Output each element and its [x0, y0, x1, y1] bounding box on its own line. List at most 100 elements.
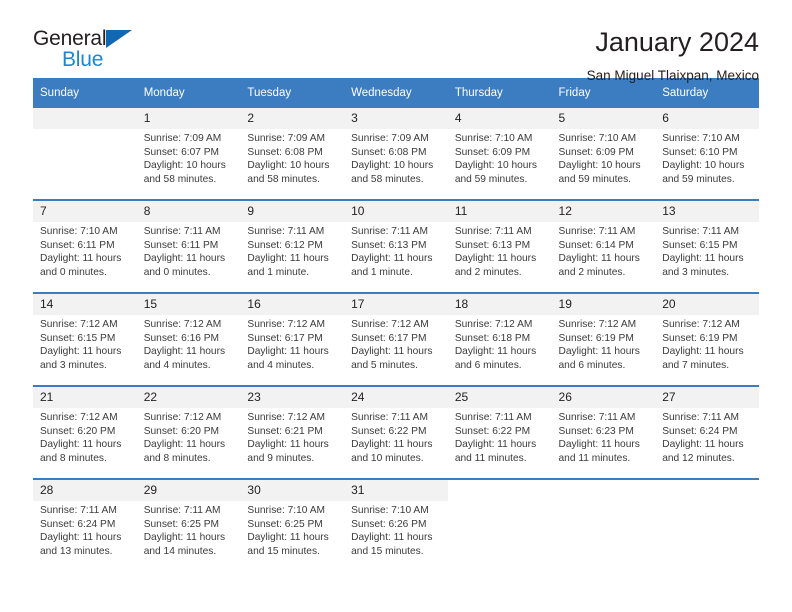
day-details: Sunrise: 7:11 AM Sunset: 6:15 PM Daylight:…	[655, 222, 759, 279]
sunset-text: Sunset: 6:17 PM	[351, 332, 427, 344]
day-cell-inner: 16 Sunrise: 7:12 AM Sunset: 6:17 PM Dayligh…	[240, 294, 345, 385]
day-details: Sunrise: 7:12 AM Sunset: 6:20 PM Daylight:…	[137, 408, 241, 465]
daylight-text: and 2 minutes.	[558, 266, 626, 278]
sunrise-text: Sunrise: 7:09 AM	[351, 133, 429, 144]
day-cell-inner: 7 Sunrise: 7:10 AM Sunset: 6:11 PM Daylight…	[33, 201, 137, 292]
calendar-day-cell[interactable]: 27 Sunrise: 7:11 AM Sunset: 6:24 PM Dayligh…	[655, 385, 759, 479]
sunrise-text: Sunrise: 7:12 AM	[247, 319, 325, 330]
daylight-text: and 6 minutes.	[454, 359, 522, 371]
daylight-text: and 11 minutes.	[454, 452, 527, 464]
sunrise-text: Sunrise: 7:10 AM	[454, 133, 533, 144]
day-number: 18	[447, 294, 552, 315]
calendar-page: General Blue January 2024 San Miguel Tla…	[0, 0, 792, 612]
sunset-text: Sunset: 6:22 PM	[351, 425, 427, 437]
calendar-day-cell[interactable]: 30 Sunrise: 7:10 AM Sunset: 6:25 PM Dayligh…	[240, 478, 345, 571]
calendar-day-cell[interactable]: 2 Sunrise: 7:09 AM Sunset: 6:08 PM Daylight…	[240, 108, 345, 200]
calendar-day-cell[interactable]: 13 Sunrise: 7:11 AM Sunset: 6:15 PM Dayligh…	[655, 199, 759, 293]
day-cell-inner: 2 Sunrise: 7:09 AM Sunset: 6:08 PM Daylight…	[240, 108, 345, 199]
day-cell-inner: 30 Sunrise: 7:10 AM Sunset: 6:25 PM Dayligh…	[240, 480, 345, 571]
sunset-text: Sunset: 6:19 PM	[662, 332, 738, 344]
day-cell-inner: 14 Sunrise: 7:12 AM Sunset: 6:15 PM Dayligh…	[33, 294, 137, 385]
daylight-text: Daylight: 11 hours	[558, 253, 640, 265]
calendar-day-cell[interactable]: 9 Sunrise: 7:11 AM Sunset: 6:12 PM Daylight…	[240, 199, 345, 293]
sunrise-text: Sunrise: 7:09 AM	[247, 133, 325, 144]
day-details: Sunrise: 7:12 AM Sunset: 6:19 PM Daylight:…	[655, 315, 759, 372]
calendar-day-cell[interactable]: 18 Sunrise: 7:12 AM Sunset: 6:18 PM Dayligh…	[447, 292, 552, 386]
sunset-text: Sunset: 6:15 PM	[662, 239, 738, 251]
day-cell-inner: 22 Sunrise: 7:12 AM Sunset: 6:20 PM Dayligh…	[136, 387, 241, 478]
sunrise-text: Sunrise: 7:11 AM	[662, 226, 740, 237]
calendar-day-cell[interactable]: 23 Sunrise: 7:12 AM Sunset: 6:21 PM Dayligh…	[240, 385, 345, 479]
calendar-day-cell[interactable]: 24 Sunrise: 7:11 AM Sunset: 6:22 PM Dayligh…	[344, 385, 448, 479]
daylight-text: and 15 minutes.	[351, 545, 424, 557]
day-number: 11	[447, 201, 552, 222]
day-cell-inner: 3 Sunrise: 7:09 AM Sunset: 6:08 PM Daylight…	[344, 108, 448, 199]
calendar-day-cell[interactable]: 19 Sunrise: 7:12 AM Sunset: 6:19 PM Dayligh…	[551, 292, 656, 386]
day-number	[448, 480, 552, 501]
calendar-day-cell[interactable]: 7 Sunrise: 7:10 AM Sunset: 6:11 PM Daylight…	[33, 199, 137, 293]
day-cell-inner	[552, 480, 656, 571]
calendar-day-cell[interactable]: 6 Sunrise: 7:10 AM Sunset: 6:10 PM Daylight…	[655, 108, 759, 200]
calendar-day-cell[interactable]: 26 Sunrise: 7:11 AM Sunset: 6:23 PM Dayligh…	[551, 385, 656, 479]
day-details: Sunrise: 7:12 AM Sunset: 6:20 PM Daylight:…	[33, 408, 137, 465]
calendar-day-cell[interactable]: 8 Sunrise: 7:11 AM Sunset: 6:11 PM Daylight…	[136, 199, 241, 293]
calendar-day-cell[interactable]: 12 Sunrise: 7:11 AM Sunset: 6:14 PM Dayligh…	[551, 199, 656, 293]
day-number	[33, 108, 137, 129]
day-number: 15	[136, 294, 241, 315]
calendar-day-cell[interactable]: 22 Sunrise: 7:12 AM Sunset: 6:20 PM Dayligh…	[136, 385, 241, 479]
day-cell-inner: 26 Sunrise: 7:11 AM Sunset: 6:23 PM Dayligh…	[551, 387, 656, 478]
calendar-day-cell[interactable]: 4 Sunrise: 7:10 AM Sunset: 6:09 PM Daylight…	[447, 108, 552, 200]
day-number: 7	[33, 201, 137, 222]
day-cell-inner: 18 Sunrise: 7:12 AM Sunset: 6:18 PM Dayligh…	[447, 294, 552, 385]
daylight-text: and 12 minutes.	[662, 452, 735, 464]
day-details: Sunrise: 7:11 AM Sunset: 6:11 PM Daylight:…	[137, 222, 241, 279]
day-details: Sunrise: 7:09 AM Sunset: 6:08 PM Daylight:…	[240, 129, 344, 186]
sunset-text: Sunset: 6:15 PM	[40, 332, 116, 344]
sunset-text: Sunset: 6:23 PM	[558, 425, 634, 437]
calendar-day-cell[interactable]: 15 Sunrise: 7:12 AM Sunset: 6:16 PM Dayligh…	[136, 292, 241, 386]
sunset-text: Sunset: 6:24 PM	[40, 518, 116, 530]
calendar-day-cell[interactable]: 31 Sunrise: 7:10 AM Sunset: 6:26 PM Dayligh…	[344, 478, 448, 571]
weekday-header-sunday: Sunday	[33, 78, 137, 108]
calendar-day-cell[interactable]: 11 Sunrise: 7:11 AM Sunset: 6:13 PM Dayligh…	[447, 199, 552, 293]
daylight-text: Daylight: 10 hours	[247, 160, 330, 172]
calendar-day-cell[interactable]: 5 Sunrise: 7:10 AM Sunset: 6:09 PM Daylight…	[551, 108, 656, 200]
calendar-day-cell[interactable]: 21 Sunrise: 7:12 AM Sunset: 6:20 PM Dayligh…	[33, 385, 137, 479]
calendar-day-cell[interactable]: 17 Sunrise: 7:12 AM Sunset: 6:17 PM Dayligh…	[344, 292, 448, 386]
day-cell-inner: 25 Sunrise: 7:11 AM Sunset: 6:22 PM Dayligh…	[447, 387, 552, 478]
day-details: Sunrise: 7:12 AM Sunset: 6:19 PM Daylight:…	[552, 315, 656, 372]
calendar-day-cell[interactable]: 25 Sunrise: 7:11 AM Sunset: 6:22 PM Dayligh…	[447, 385, 552, 479]
calendar-day-cell[interactable]: 10 Sunrise: 7:11 AM Sunset: 6:13 PM Dayligh…	[344, 199, 448, 293]
calendar-day-cell[interactable]: 16 Sunrise: 7:12 AM Sunset: 6:17 PM Dayligh…	[240, 292, 345, 386]
daylight-text: Daylight: 11 hours	[454, 253, 537, 265]
calendar-day-cell[interactable]: 3 Sunrise: 7:09 AM Sunset: 6:08 PM Daylight…	[344, 108, 448, 200]
day-cell-inner: 20 Sunrise: 7:12 AM Sunset: 6:19 PM Dayligh…	[655, 294, 759, 385]
calendar-empty-cell	[551, 478, 656, 571]
calendar-day-cell[interactable]: 29 Sunrise: 7:11 AM Sunset: 6:25 PM Dayligh…	[136, 478, 241, 571]
weekday-header-wednesday: Wednesday	[344, 78, 448, 108]
sunrise-text: Sunrise: 7:10 AM	[351, 505, 429, 516]
sunset-text: Sunset: 6:22 PM	[454, 425, 531, 437]
calendar-day-cell[interactable]: 28 Sunrise: 7:11 AM Sunset: 6:24 PM Dayligh…	[33, 478, 137, 571]
daylight-text: Daylight: 11 hours	[351, 346, 433, 358]
day-details: Sunrise: 7:12 AM Sunset: 6:17 PM Daylight:…	[344, 315, 448, 372]
day-cell-inner: 5 Sunrise: 7:10 AM Sunset: 6:09 PM Daylight…	[551, 108, 656, 199]
day-cell-inner: 23 Sunrise: 7:12 AM Sunset: 6:21 PM Dayligh…	[240, 387, 345, 478]
calendar-day-cell[interactable]: 14 Sunrise: 7:12 AM Sunset: 6:15 PM Dayligh…	[33, 292, 137, 386]
day-cell-inner	[33, 108, 137, 199]
calendar-day-cell[interactable]: 1 Sunrise: 7:09 AM Sunset: 6:07 PM Daylight…	[136, 108, 241, 200]
daylight-text: and 13 minutes.	[40, 545, 113, 557]
daylight-text: Daylight: 11 hours	[143, 439, 226, 451]
day-number: 29	[136, 480, 241, 501]
daylight-text: Daylight: 10 hours	[558, 160, 641, 172]
sunrise-text: Sunrise: 7:12 AM	[351, 319, 429, 330]
daylight-text: Daylight: 11 hours	[351, 439, 433, 451]
day-cell-inner: 9 Sunrise: 7:11 AM Sunset: 6:12 PM Daylight…	[240, 201, 345, 292]
day-details: Sunrise: 7:11 AM Sunset: 6:13 PM Daylight:…	[448, 222, 552, 279]
day-cell-inner	[448, 480, 552, 571]
calendar-day-cell[interactable]: 20 Sunrise: 7:12 AM Sunset: 6:19 PM Dayligh…	[655, 292, 759, 386]
daylight-text: Daylight: 11 hours	[40, 253, 122, 265]
daylight-text: and 6 minutes.	[558, 359, 626, 371]
daylight-text: Daylight: 11 hours	[351, 253, 433, 265]
day-number: 24	[344, 387, 448, 408]
